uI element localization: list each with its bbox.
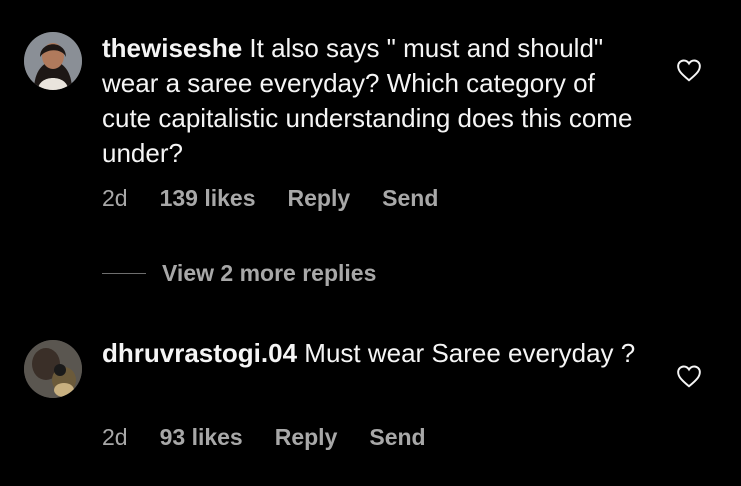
view-replies-button[interactable]: View 2 more replies [102,260,376,287]
avatar[interactable] [24,32,82,90]
username[interactable]: thewiseshe [102,33,242,63]
comment-body: Must wear Saree everyday ? [304,338,636,368]
likes-count[interactable]: 93 likes [160,424,243,451]
comment-text: thewiseshe It also says " must and shoul… [102,31,642,171]
view-replies-label: View 2 more replies [162,260,377,286]
comment-meta: 2d 93 likes Reply Send [102,422,458,452]
send-button[interactable]: Send [369,424,425,451]
username[interactable]: dhruvrastogi.04 [102,338,297,368]
comment-time: 2d [102,184,128,211]
comment-meta: 2d 139 likes Reply Send [102,183,470,213]
comment-text: dhruvrastogi.04 Must wear Saree everyday… [102,336,642,371]
heart-icon[interactable] [676,58,702,82]
heart-icon[interactable] [676,364,702,388]
likes-count[interactable]: 139 likes [160,185,256,212]
replies-divider [102,273,146,274]
avatar[interactable] [24,340,82,398]
comment-time: 2d [102,423,128,450]
reply-button[interactable]: Reply [275,424,338,451]
reply-button[interactable]: Reply [288,185,351,212]
send-button[interactable]: Send [382,185,438,212]
